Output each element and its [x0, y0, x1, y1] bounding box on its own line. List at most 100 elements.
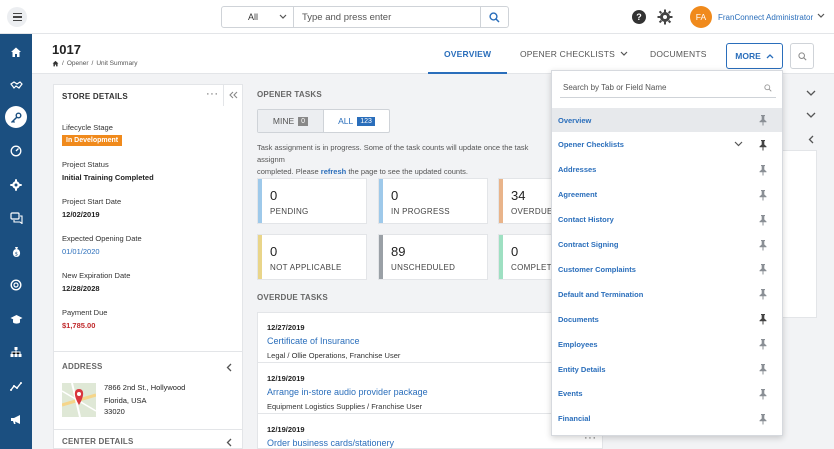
more-menu-item-contract-signing[interactable]: Contract Signing [552, 233, 782, 257]
chevron-down-icon[interactable] [806, 112, 816, 119]
nav-home[interactable] [0, 39, 32, 65]
more-menu-item-documents[interactable]: Documents [552, 307, 782, 331]
nav-org[interactable] [0, 339, 32, 365]
nav-training[interactable] [0, 306, 32, 332]
more-menu-item-label: Documents [558, 314, 599, 324]
stat-color-bar [258, 179, 262, 223]
pin-icon[interactable] [758, 288, 768, 300]
tab-overview[interactable]: OVERVIEW [444, 49, 491, 59]
chevron-down-icon [279, 14, 287, 19]
help-icon[interactable]: ? [632, 10, 646, 24]
settings-icon [10, 179, 22, 191]
nav-settings[interactable] [0, 172, 32, 198]
filter-mine-button[interactable]: MINE 0 [258, 110, 324, 132]
task-date: 12/19/2019 [267, 425, 305, 434]
chevron-left-icon[interactable] [808, 135, 814, 144]
svg-text:$: $ [14, 252, 17, 258]
stat-card-pending[interactable]: 0 PENDING [257, 178, 367, 224]
task-title-link[interactable]: Arrange in-store audio provider package [267, 387, 428, 397]
task-title-link[interactable]: Order business cards/stationery [267, 438, 394, 448]
opener-tasks-title: OPENER TASKS [257, 90, 322, 99]
refresh-link[interactable]: refresh [321, 167, 346, 176]
project-status-label: Project Status [62, 160, 109, 169]
pin-icon[interactable] [758, 388, 768, 400]
search-category-select[interactable]: All [222, 7, 294, 27]
stat-card-not-applicable[interactable]: 0 NOT APPLICABLE [257, 234, 367, 280]
user-name-link[interactable]: FranConnect Administrator [718, 13, 813, 22]
task-filter-toggle: MINE 0 ALL 123 [257, 109, 390, 133]
chevron-down-icon[interactable] [806, 90, 816, 97]
page-search-button[interactable] [790, 43, 814, 69]
handshake-icon [9, 81, 23, 89]
filter-all-button[interactable]: ALL 123 [324, 110, 389, 132]
nav-support[interactable] [0, 272, 32, 298]
search-icon [797, 51, 807, 61]
more-menu-item-contact-history[interactable]: Contact History [552, 208, 782, 232]
more-menu-item-agreement[interactable]: Agreement [552, 183, 782, 207]
collapse-panel-button[interactable] [223, 84, 243, 106]
more-menu-item-employees[interactable]: Employees [552, 332, 782, 356]
search-input[interactable]: Type and press enter [294, 7, 480, 27]
address-map-thumbnail[interactable] [62, 383, 96, 417]
key-icon [10, 112, 22, 124]
store-details-panel: STORE DETAILS ··· Lifecycle Stage In Dev… [53, 84, 243, 449]
graduation-cap-icon [10, 314, 22, 324]
stat-label: IN PROGRESS [391, 207, 450, 216]
search-button[interactable] [480, 7, 508, 27]
breadcrumb-opener[interactable]: Opener [67, 60, 89, 67]
nav-dashboard[interactable] [0, 138, 32, 164]
tab-opener-checklists[interactable]: OPENER CHECKLISTS [520, 49, 628, 59]
stat-color-bar [379, 179, 383, 223]
more-menu-item-default-and-termination[interactable]: Default and Termination [552, 282, 782, 306]
more-tabs-button[interactable]: MORE [726, 43, 783, 69]
stat-card-in-progress[interactable]: 0 IN PROGRESS [378, 178, 488, 224]
nav-handshake[interactable] [0, 72, 32, 98]
nav-marketing[interactable] [0, 406, 32, 432]
more-menu-item-label: Employees [558, 339, 598, 349]
more-menu-item-customer-complaints[interactable]: Customer Complaints [552, 257, 782, 281]
user-menu-chevron-icon[interactable] [817, 13, 825, 19]
more-menu-item-overview[interactable]: Overview [552, 108, 782, 132]
pin-icon[interactable] [758, 313, 768, 325]
tab-search-input[interactable]: Search by Tab or Field Name [560, 78, 776, 98]
user-avatar[interactable]: FA [690, 6, 712, 28]
hamburger-menu-icon[interactable] [7, 7, 27, 27]
more-menu-item-events[interactable]: Events [552, 382, 782, 406]
nav-finance[interactable]: $ [0, 239, 32, 265]
chevron-left-icon[interactable] [226, 438, 232, 447]
pin-icon[interactable] [758, 239, 768, 251]
pin-icon[interactable] [758, 139, 768, 151]
pin-icon[interactable] [758, 263, 768, 275]
pin-icon[interactable] [758, 164, 768, 176]
more-menu-item-addresses[interactable]: Addresses [552, 158, 782, 182]
nav-opener[interactable] [0, 105, 32, 131]
pin-icon[interactable] [758, 363, 768, 375]
chevron-left-icon[interactable] [226, 363, 232, 372]
home-icon[interactable] [52, 60, 59, 67]
pin-icon[interactable] [758, 413, 768, 425]
nav-messages[interactable] [0, 205, 32, 231]
pin-icon[interactable] [758, 338, 768, 350]
stat-count: 89 [391, 244, 406, 259]
more-menu-item-financial[interactable]: Financial [552, 407, 782, 431]
stat-color-bar [499, 235, 503, 279]
stat-card-unscheduled[interactable]: 89 UNSCHEDULED [378, 234, 488, 280]
more-menu-item-entity-details[interactable]: Entity Details [552, 357, 782, 381]
divider [54, 351, 242, 352]
megaphone-icon [11, 414, 20, 424]
store-details-menu-icon[interactable]: ··· [206, 89, 219, 100]
chevron-down-icon[interactable] [734, 141, 743, 147]
task-title-link[interactable]: Certificate of Insurance [267, 336, 360, 346]
settings-gear-icon[interactable] [657, 9, 673, 27]
global-search: All Type and press enter [221, 6, 509, 28]
mine-count: 0 [298, 116, 309, 126]
pin-icon[interactable] [758, 214, 768, 226]
pin-icon[interactable] [758, 114, 768, 126]
more-menu-item-opener-checklists[interactable]: Opener Checklists [552, 133, 782, 157]
expected-opening-value[interactable]: 01/01/2020 [62, 247, 100, 256]
tab-documents[interactable]: DOCUMENTS [650, 49, 707, 59]
more-menu-item-label: Events [558, 389, 583, 399]
stat-count: 0 [270, 188, 278, 203]
pin-icon[interactable] [758, 189, 768, 201]
nav-reports[interactable] [0, 373, 32, 399]
